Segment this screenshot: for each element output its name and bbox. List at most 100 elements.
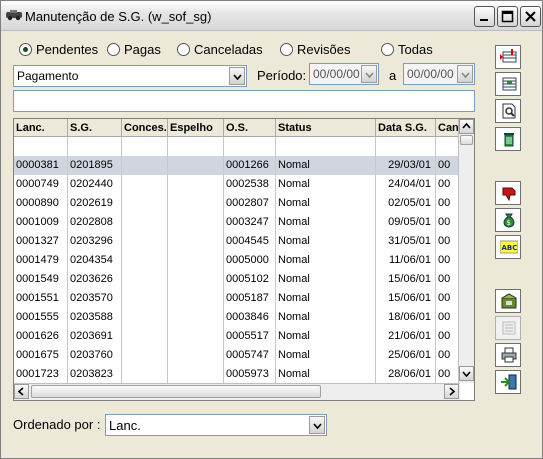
- column-header-sg[interactable]: S.G.: [68, 119, 122, 137]
- type-select-value: Pagamento: [17, 69, 79, 83]
- table-row[interactable]: 0001555 0203588 0003846 Nomal 18/06/01 00: [14, 308, 460, 327]
- cell-can: [436, 137, 460, 156]
- cell-espelho: [168, 194, 224, 213]
- cell-sg: 0203296: [68, 232, 122, 251]
- table-row[interactable]: [14, 137, 460, 156]
- horizontal-scrollbar[interactable]: [14, 383, 460, 400]
- vertical-scrollbar[interactable]: [458, 119, 474, 383]
- exit-icon: [501, 374, 517, 390]
- date-from-value: 00/00/00: [313, 67, 360, 81]
- column-header-data-sg[interactable]: Data S.G.: [376, 119, 436, 137]
- cell-espelho: [168, 308, 224, 327]
- table-row[interactable]: 0001626 0203691 0005517 Nomal 21/06/01 00: [14, 327, 460, 346]
- maximize-icon: [501, 10, 514, 23]
- column-header-can[interactable]: Can: [436, 119, 460, 137]
- scroll-up-button[interactable]: [459, 119, 474, 134]
- minimize-button[interactable]: [474, 6, 495, 27]
- table-row[interactable]: 0001009 0202808 0003247 Nomal 09/05/01 00: [14, 213, 460, 232]
- cell-lanc: 0001723: [14, 365, 68, 383]
- date-to-value: 00/00/00: [407, 67, 454, 81]
- payment-button[interactable]: $: [495, 208, 521, 232]
- cell-os: 0005102: [224, 270, 276, 289]
- list-disabled-icon: [502, 321, 516, 335]
- table-row[interactable]: 0000749 0202440 0002538 Nomal 24/04/01 00: [14, 175, 460, 194]
- list-button-disabled[interactable]: [495, 316, 521, 340]
- reject-button[interactable]: [495, 181, 521, 205]
- radio-label: Canceladas: [194, 42, 263, 57]
- radio-canceladas[interactable]: Canceladas: [177, 42, 263, 57]
- cell-os: 0005517: [224, 327, 276, 346]
- date-to-dropdown-button[interactable]: [457, 65, 473, 83]
- horizontal-scroll-thumb[interactable]: [31, 385, 321, 398]
- save-box-button[interactable]: [495, 289, 521, 313]
- print-button[interactable]: [495, 343, 521, 367]
- table-row[interactable]: 0001675 0203760 0005747 Nomal 25/06/01 00: [14, 346, 460, 365]
- cell-data-sg: 24/04/01: [376, 175, 436, 194]
- type-select[interactable]: Pagamento: [13, 65, 247, 87]
- cell-sg: 0203691: [68, 327, 122, 346]
- cell-can: 00: [438, 159, 451, 171]
- cell-data-sg: 02/05/01: [376, 194, 436, 213]
- radio-label: Todas: [398, 42, 433, 57]
- table-row[interactable]: 0001549 0203626 0005102 Nomal 15/06/01 00: [14, 270, 460, 289]
- radio-dot: [381, 43, 394, 56]
- radio-pendentes[interactable]: Pendentes: [19, 42, 98, 57]
- type-select-dropdown-button[interactable]: [229, 67, 245, 85]
- column-header-status[interactable]: Status: [276, 119, 376, 137]
- table-row[interactable]: 0000381 0201895 0001266 Nomal 29/03/01 00: [14, 156, 460, 175]
- scroll-down-button[interactable]: [459, 366, 474, 381]
- arrow-right-icon: [449, 387, 456, 396]
- vertical-scroll-thumb[interactable]: [460, 135, 473, 145]
- spellcheck-button[interactable]: ABC: [495, 235, 521, 259]
- cell-os: 0005747: [224, 346, 276, 365]
- table-row[interactable]: 0001723 0203823 0005973 Nomal 28/06/01 00: [14, 365, 460, 383]
- radio-dot: [280, 43, 293, 56]
- sg-table[interactable]: Lanc. S.G. Conces. Espelho O.S. Status D…: [13, 118, 475, 401]
- order-by-dropdown-button[interactable]: [309, 416, 325, 434]
- title-bar[interactable]: Manutenção de S.G. (w_sof_sg): [1, 1, 542, 31]
- cell-lanc: 0001626: [14, 327, 68, 346]
- status-radio-group: Pendentes Pagas Canceladas Revisões Toda…: [19, 42, 449, 60]
- column-header-conces[interactable]: Conces.: [122, 119, 168, 137]
- cell-conces: [122, 213, 168, 232]
- search-input[interactable]: [13, 90, 475, 112]
- cell-lanc: 0000381: [14, 156, 68, 175]
- table-row[interactable]: 0001327 0203296 0004545 Nomal 31/05/01 00: [14, 232, 460, 251]
- preview-icon: [502, 103, 516, 119]
- table-body: 0000381 0201895 0001266 Nomal 29/03/01 00 0000…: [14, 137, 460, 383]
- table-row[interactable]: 0000890 0202619 0002807 Nomal 02/05/01 00: [14, 194, 460, 213]
- cell-can: 00: [438, 235, 451, 247]
- date-to-field[interactable]: 00/00/00: [403, 63, 475, 85]
- table-row[interactable]: 0001479 0204354 0005000 Nomal 11/06/01 00: [14, 251, 460, 270]
- cell-espelho: [168, 213, 224, 232]
- delete-button[interactable]: [495, 127, 521, 151]
- order-by-select[interactable]: Lanc.: [105, 414, 327, 436]
- scroll-left-button[interactable]: [14, 384, 29, 399]
- date-from-dropdown-button[interactable]: [361, 65, 377, 83]
- cell-sg: 0203570: [68, 289, 122, 308]
- add-record-button[interactable]: [495, 45, 521, 69]
- cell-sg: 0202440: [68, 175, 122, 194]
- table-row[interactable]: 0001551 0203570 0005187 Nomal 15/06/01 00: [14, 289, 460, 308]
- radio-todas[interactable]: Todas: [381, 42, 433, 57]
- cell-status: [276, 137, 376, 156]
- edit-list-button[interactable]: [495, 72, 521, 96]
- exit-button[interactable]: [495, 370, 521, 394]
- column-header-lanc[interactable]: Lanc.: [14, 119, 68, 137]
- maximize-button[interactable]: [497, 6, 518, 27]
- column-header-espelho[interactable]: Espelho: [168, 119, 224, 137]
- cell-espelho: [168, 327, 224, 346]
- cell-status: Nomal: [276, 346, 376, 365]
- preview-button[interactable]: [495, 99, 521, 123]
- column-header-os[interactable]: O.S.: [224, 119, 276, 137]
- cell-data-sg: 29/03/01: [376, 156, 436, 175]
- scroll-right-button[interactable]: [444, 384, 459, 399]
- radio-dot: [177, 43, 190, 56]
- cell-conces: [122, 327, 168, 346]
- cell-sg: 0203760: [68, 346, 122, 365]
- radio-pagas[interactable]: Pagas: [107, 42, 161, 57]
- cell-data-sg: 18/06/01: [376, 308, 436, 327]
- radio-revisoes[interactable]: Revisões: [280, 42, 350, 57]
- date-from-field[interactable]: 00/00/00: [309, 63, 379, 85]
- close-button[interactable]: [520, 6, 541, 27]
